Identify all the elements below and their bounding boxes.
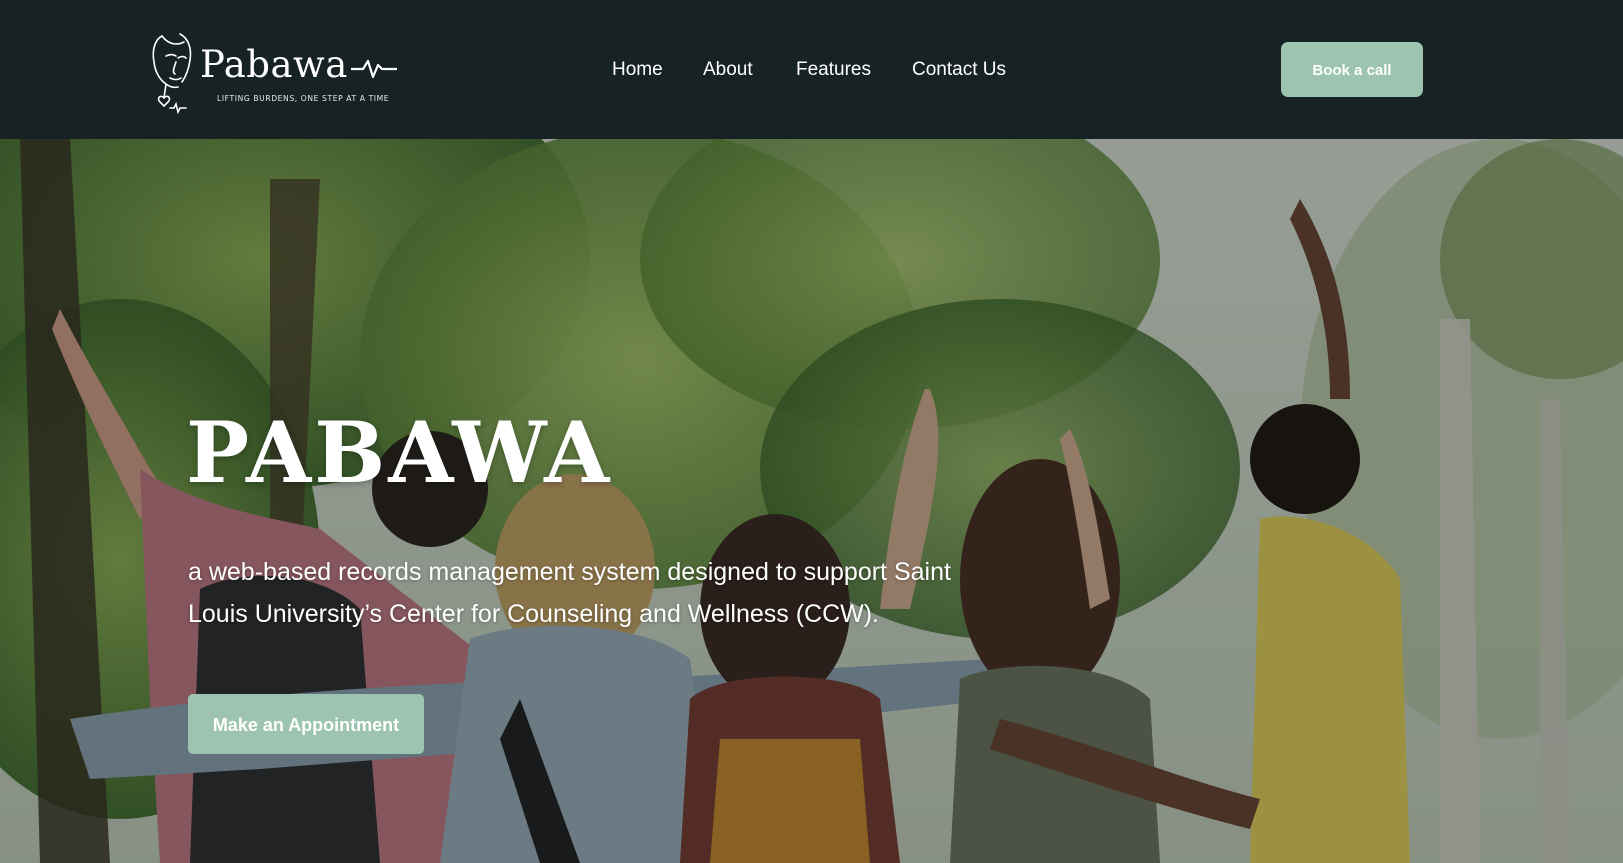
face-logo-icon — [152, 33, 192, 115]
logo-wordmark: Pabawa — [200, 43, 348, 86]
logo-tagline: LIFTING BURDENS, ONE STEP AT A TIME — [217, 94, 390, 103]
nav-about[interactable]: About — [703, 57, 753, 83]
nav-features[interactable]: Features — [796, 57, 871, 83]
nav-contact-us[interactable]: Contact Us — [912, 57, 1006, 83]
hero-title: PABAWA — [186, 403, 613, 502]
hero-description: a web-based records management system de… — [188, 558, 951, 628]
logo[interactable]: Pabawa LIFTING BURDENS, ONE STEP AT A TI… — [150, 32, 400, 118]
book-call-button[interactable]: Book a call — [1281, 42, 1423, 97]
site-header: Pabawa LIFTING BURDENS, ONE STEP AT A TI… — [0, 0, 1623, 139]
make-appointment-button[interactable]: Make an Appointment — [188, 694, 424, 754]
hero-section: PABAWA a web-based records management sy… — [0, 139, 1623, 863]
page: Pabawa LIFTING BURDENS, ONE STEP AT A TI… — [0, 0, 1623, 863]
heartbeat-icon — [351, 59, 397, 79]
nav-home[interactable]: Home — [612, 57, 663, 83]
